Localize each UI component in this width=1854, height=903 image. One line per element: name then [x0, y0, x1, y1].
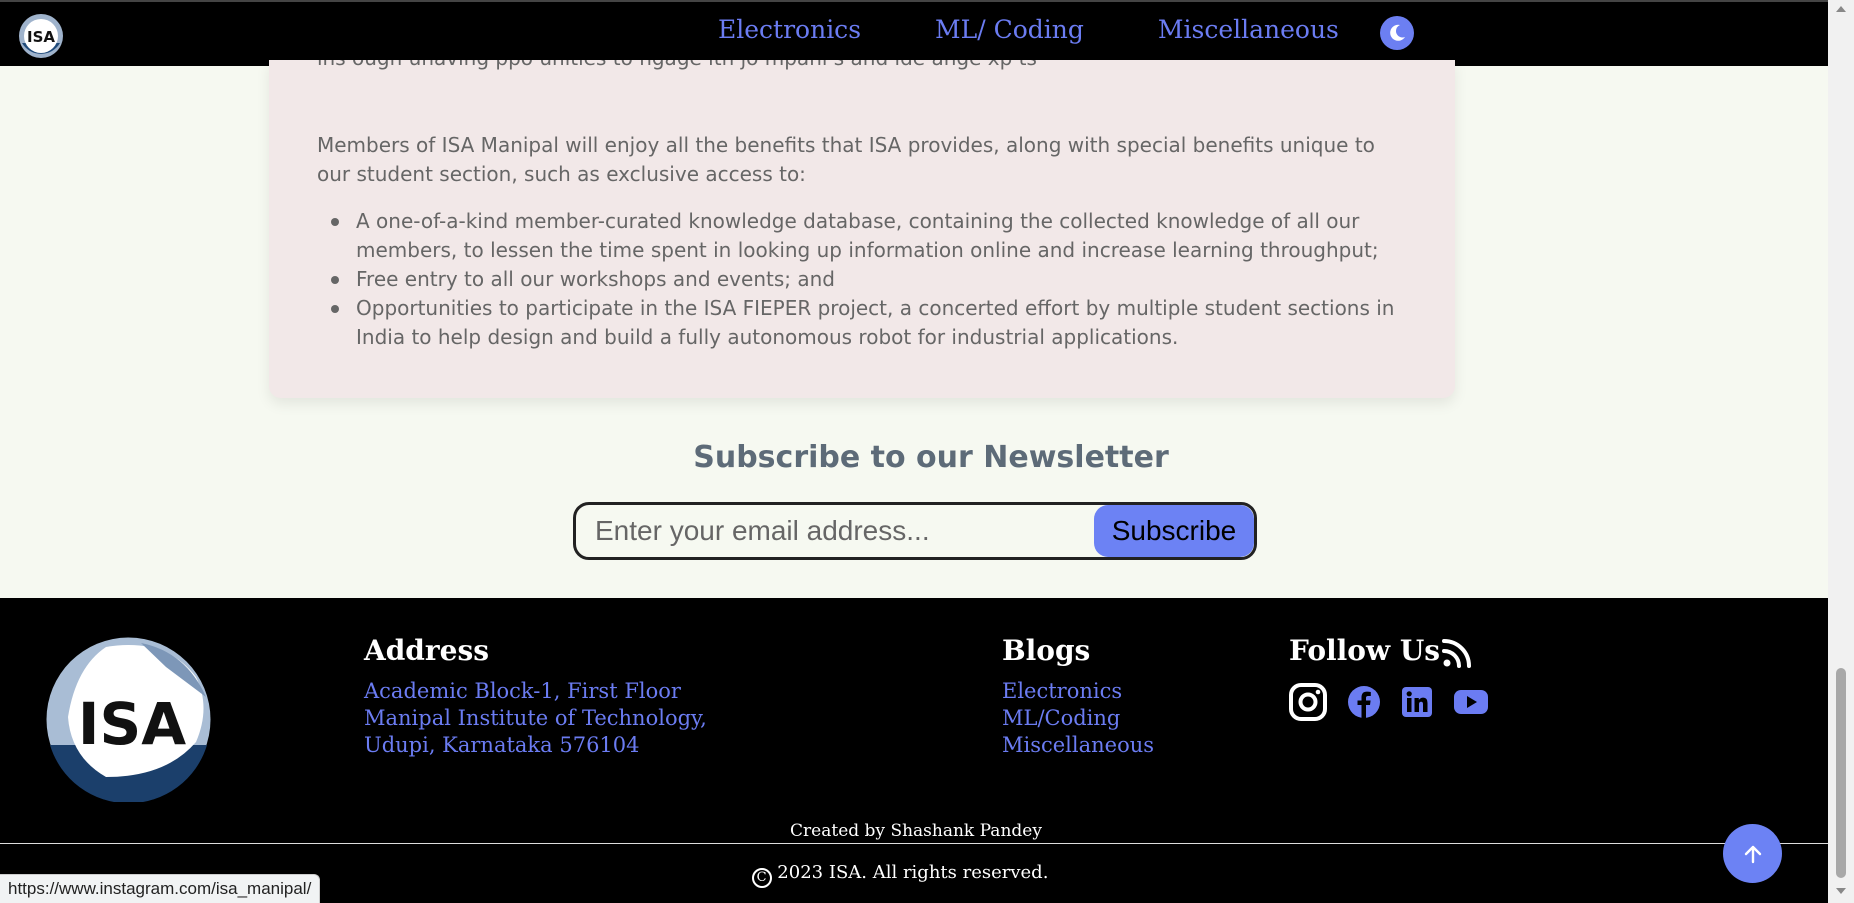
- moon-icon: [1390, 24, 1405, 41]
- membership-benefits-card: ins ough unaving ppo unities to ngage it…: [269, 60, 1455, 398]
- facebook-icon[interactable]: [1347, 685, 1381, 719]
- footer-divider: [0, 843, 1828, 844]
- address-line: Academic Block-1, First Floor: [364, 679, 681, 703]
- address-block: Academic Block-1, First Floor Manipal In…: [364, 678, 707, 759]
- blogs-links: Electronics ML/Coding Miscellaneous: [1002, 678, 1154, 759]
- address-line: Udupi, Karnataka 576104: [364, 733, 640, 757]
- list-item: A one-of-a-kind member-curated knowledge…: [317, 207, 1417, 265]
- scroll-thumb[interactable]: [1836, 668, 1846, 878]
- created-by-credit: Created by Shashank Pandey: [790, 821, 1042, 841]
- nav-link-ml-coding[interactable]: ML/ Coding: [935, 14, 1084, 46]
- footer: ISA Address Academic Block-1, First Floo…: [0, 598, 1828, 903]
- footer-link-miscellaneous[interactable]: Miscellaneous: [1002, 732, 1154, 759]
- isa-logo[interactable]: ISA: [18, 13, 64, 59]
- copyright-label: 2023 ISA. All rights reserved.: [777, 862, 1049, 883]
- instagram-icon[interactable]: [1289, 683, 1327, 721]
- arrow-up-icon: [1744, 845, 1761, 863]
- svg-text:ISA: ISA: [27, 28, 55, 46]
- status-bar-url: https://www.instagram.com/isa_manipal/: [0, 874, 321, 903]
- top-nav: ISA Electronics ML/ Coding Miscellaneous: [0, 0, 1828, 66]
- scroll-down-arrow-icon[interactable]: [1836, 888, 1846, 894]
- card-cut-off-line: ins ough unaving ppo unities to ngage it…: [317, 60, 1037, 70]
- rss-icon[interactable]: [1442, 638, 1472, 668]
- newsletter-title: Subscribe to our Newsletter: [693, 440, 1169, 475]
- scroll-up-arrow-icon[interactable]: [1836, 6, 1846, 12]
- page-scrollbar[interactable]: [1828, 0, 1854, 903]
- benefits-list: A one-of-a-kind member-curated knowledge…: [317, 207, 1417, 352]
- isa-footer-logo: ISA: [46, 637, 211, 802]
- email-input[interactable]: [576, 505, 1096, 557]
- address-line: Manipal Institute of Technology,: [364, 706, 707, 730]
- newsletter-form: Subscribe: [573, 502, 1257, 560]
- social-links: [1289, 683, 1509, 721]
- linkedin-icon[interactable]: [1401, 686, 1433, 718]
- youtube-icon[interactable]: [1453, 688, 1489, 716]
- list-item: Free entry to all our workshops and even…: [317, 265, 1417, 294]
- nav-link-electronics[interactable]: Electronics: [718, 14, 861, 46]
- nav-links: Electronics ML/ Coding Miscellaneous: [718, 14, 1339, 46]
- blogs-title: Blogs: [1002, 634, 1091, 667]
- theme-toggle-button[interactable]: [1380, 16, 1414, 50]
- footer-link-ml-coding[interactable]: ML/Coding: [1002, 705, 1154, 732]
- address-title: Address: [364, 634, 489, 667]
- follow-us-title: Follow Us: [1289, 634, 1441, 667]
- subscribe-button[interactable]: Subscribe: [1094, 505, 1254, 557]
- benefits-intro: Members of ISA Manipal will enjoy all th…: [317, 133, 1375, 186]
- scroll-to-top-button[interactable]: [1723, 824, 1782, 883]
- svg-text:ISA: ISA: [78, 690, 186, 758]
- nav-link-miscellaneous[interactable]: Miscellaneous: [1158, 14, 1339, 46]
- copyright-symbol: C: [751, 868, 772, 888]
- list-item: Opportunities to participate in the ISA …: [317, 294, 1417, 352]
- footer-link-electronics[interactable]: Electronics: [1002, 678, 1154, 705]
